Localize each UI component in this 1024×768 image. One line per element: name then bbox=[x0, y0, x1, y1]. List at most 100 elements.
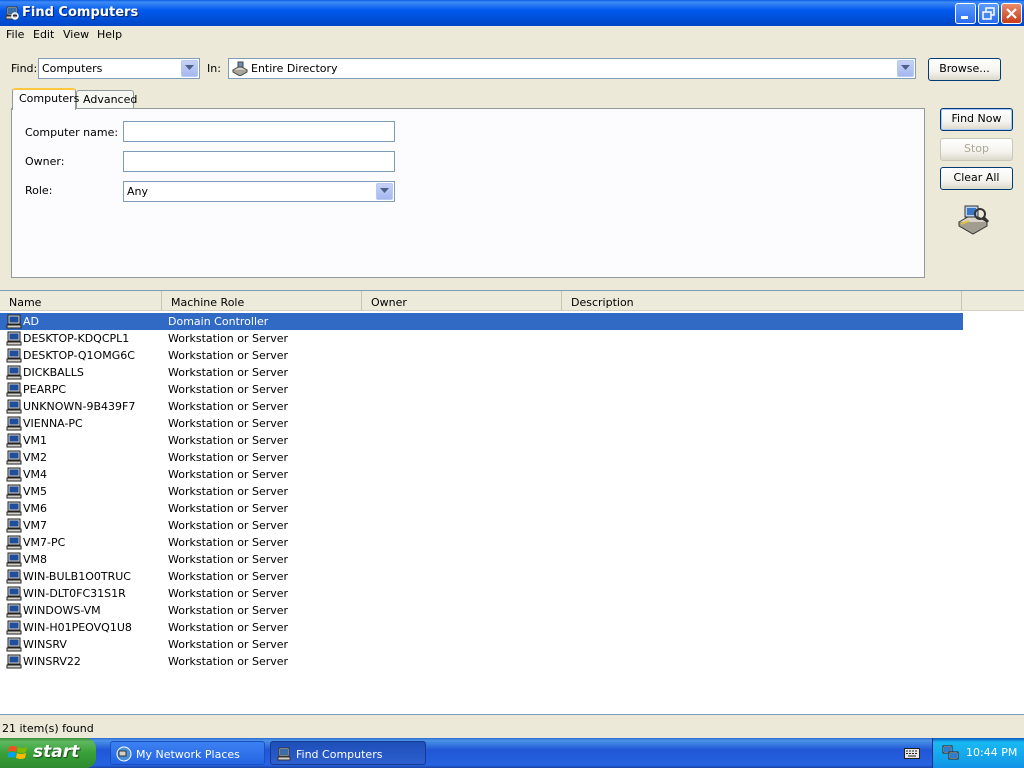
windows-logo-icon bbox=[8, 746, 27, 759]
table-row[interactable]: VM8 Workstation or Server bbox=[0, 551, 963, 568]
cell-name: WIN-H01PEOVQ1U8 bbox=[23, 621, 132, 634]
minimize-icon bbox=[961, 16, 968, 19]
task-my-network-places[interactable]: My Network Places bbox=[110, 741, 265, 765]
restore-icon bbox=[982, 7, 995, 20]
chevron-down-icon bbox=[901, 65, 910, 70]
table-row[interactable]: VM2 Workstation or Server bbox=[0, 449, 963, 466]
in-label: In: bbox=[207, 62, 221, 75]
cell-machine-role: Workstation or Server bbox=[168, 570, 289, 583]
status-bar: 21 item(s) found bbox=[0, 718, 1024, 738]
computer-icon bbox=[6, 331, 22, 346]
title-bar[interactable]: Find Computers bbox=[0, 0, 1024, 26]
system-tray: 10:44 PM bbox=[932, 738, 1024, 768]
column-header-owner[interactable]: Owner bbox=[362, 291, 562, 311]
table-row[interactable]: DESKTOP-Q1OMG6C Workstation or Server bbox=[0, 347, 963, 364]
owner-input[interactable] bbox=[123, 151, 395, 172]
computer-icon bbox=[6, 433, 22, 448]
computer-icon bbox=[6, 603, 22, 618]
tab-computers[interactable]: Computers bbox=[12, 88, 79, 110]
table-row[interactable]: WIN-DLT0FC31S1R Workstation or Server bbox=[0, 585, 963, 602]
table-row[interactable]: PEARPC Workstation or Server bbox=[0, 381, 963, 398]
menu-view[interactable]: View bbox=[63, 28, 89, 41]
directory-icon bbox=[232, 61, 248, 76]
computer-icon bbox=[6, 535, 22, 550]
minimize-button[interactable] bbox=[955, 3, 976, 24]
network-tray-icon[interactable] bbox=[942, 745, 960, 761]
computer-icon bbox=[6, 365, 22, 380]
computer-icon bbox=[6, 348, 22, 363]
find-type-dropdown-button[interactable] bbox=[181, 60, 198, 77]
keyboard-icon[interactable] bbox=[904, 748, 920, 759]
find-type-select[interactable]: Computers bbox=[38, 58, 200, 79]
table-row[interactable]: WINDOWS-VM Workstation or Server bbox=[0, 602, 963, 619]
cell-name: DICKBALLS bbox=[23, 366, 84, 379]
cell-name: VM7 bbox=[23, 519, 48, 532]
menu-file[interactable]: File bbox=[6, 28, 24, 41]
stop-button[interactable]: Stop bbox=[940, 138, 1013, 161]
table-row[interactable]: VM7 Workstation or Server bbox=[0, 517, 963, 534]
computer-icon bbox=[6, 314, 22, 329]
cell-name: VM7-PC bbox=[23, 536, 66, 549]
table-row[interactable]: VIENNA-PC Workstation or Server bbox=[0, 415, 963, 432]
in-scope-dropdown-button[interactable] bbox=[897, 60, 914, 77]
role-label: Role: bbox=[25, 184, 53, 197]
tab-advanced[interactable]: Advanced bbox=[76, 90, 137, 110]
close-button[interactable] bbox=[1001, 3, 1022, 24]
cell-name: VM5 bbox=[23, 485, 48, 498]
start-button[interactable]: start bbox=[0, 738, 96, 768]
cell-name: DESKTOP-Q1OMG6C bbox=[23, 349, 135, 362]
clear-all-button[interactable]: Clear All bbox=[940, 167, 1013, 190]
menu-help[interactable]: Help bbox=[97, 28, 122, 41]
computer-name-input[interactable] bbox=[123, 121, 395, 142]
close-icon bbox=[1006, 8, 1017, 19]
table-row[interactable]: VM5 Workstation or Server bbox=[0, 483, 963, 500]
find-now-button[interactable]: Find Now bbox=[940, 108, 1013, 131]
browse-button[interactable]: Browse... bbox=[928, 58, 1001, 81]
column-header-name[interactable]: Name bbox=[0, 291, 162, 311]
table-row[interactable]: VM1 Workstation or Server bbox=[0, 432, 963, 449]
table-row[interactable]: UNKNOWN-9B439F7 Workstation or Server bbox=[0, 398, 963, 415]
table-row[interactable]: WINSRV Workstation or Server bbox=[0, 636, 963, 653]
computer-icon bbox=[6, 637, 22, 652]
computer-icon bbox=[6, 467, 22, 482]
results-list[interactable]: Name Machine Role Owner Description AD Do… bbox=[0, 290, 1024, 715]
menu-edit[interactable]: Edit bbox=[33, 28, 54, 41]
table-row[interactable]: VM6 Workstation or Server bbox=[0, 500, 963, 517]
maximize-button[interactable] bbox=[978, 3, 999, 24]
in-scope-value: Entire Directory bbox=[251, 62, 338, 75]
table-row[interactable]: WIN-BULB1O0TRUC Workstation or Server bbox=[0, 568, 963, 585]
status-text: 21 item(s) found bbox=[2, 722, 94, 735]
computers-tab-panel: Computer name: Owner: Role: Any bbox=[11, 108, 925, 278]
role-dropdown-button[interactable] bbox=[376, 183, 393, 200]
cell-machine-role: Workstation or Server bbox=[168, 587, 289, 600]
column-header-description[interactable]: Description bbox=[562, 291, 962, 311]
computer-icon bbox=[6, 654, 22, 669]
computer-icon bbox=[6, 518, 22, 533]
results-header: Name Machine Role Owner Description bbox=[0, 291, 1024, 311]
table-row[interactable]: WINSRV22 Workstation or Server bbox=[0, 653, 963, 670]
cell-machine-role: Workstation or Server bbox=[168, 349, 289, 362]
find-label: Find: bbox=[11, 62, 38, 75]
cell-name: VM4 bbox=[23, 468, 48, 481]
table-row[interactable]: VM7-PC Workstation or Server bbox=[0, 534, 963, 551]
cell-machine-role: Workstation or Server bbox=[168, 332, 289, 345]
cell-machine-role: Workstation or Server bbox=[168, 536, 289, 549]
table-row[interactable]: AD Domain Controller bbox=[0, 313, 963, 330]
cell-machine-role: Workstation or Server bbox=[168, 519, 289, 532]
task-find-computers[interactable]: Find Computers bbox=[270, 741, 426, 765]
in-scope-select[interactable]: Entire Directory bbox=[228, 58, 916, 79]
computer-name-label: Computer name: bbox=[25, 126, 119, 139]
table-row[interactable]: VM4 Workstation or Server bbox=[0, 466, 963, 483]
computer-icon bbox=[6, 416, 22, 431]
table-row[interactable]: WIN-H01PEOVQ1U8 Workstation or Server bbox=[0, 619, 963, 636]
cell-machine-role: Domain Controller bbox=[168, 315, 269, 328]
table-row[interactable]: DICKBALLS Workstation or Server bbox=[0, 364, 963, 381]
task-label: My Network Places bbox=[136, 748, 240, 761]
column-header-machine-role[interactable]: Machine Role bbox=[162, 291, 362, 311]
cell-machine-role: Workstation or Server bbox=[168, 434, 289, 447]
cell-name: WINSRV bbox=[23, 638, 67, 651]
role-select[interactable]: Any bbox=[123, 181, 395, 202]
cell-name: UNKNOWN-9B439F7 bbox=[23, 400, 136, 413]
taskbar: start My Network Places Find Computers 1… bbox=[0, 738, 1024, 768]
table-row[interactable]: DESKTOP-KDQCPL1 Workstation or Server bbox=[0, 330, 963, 347]
